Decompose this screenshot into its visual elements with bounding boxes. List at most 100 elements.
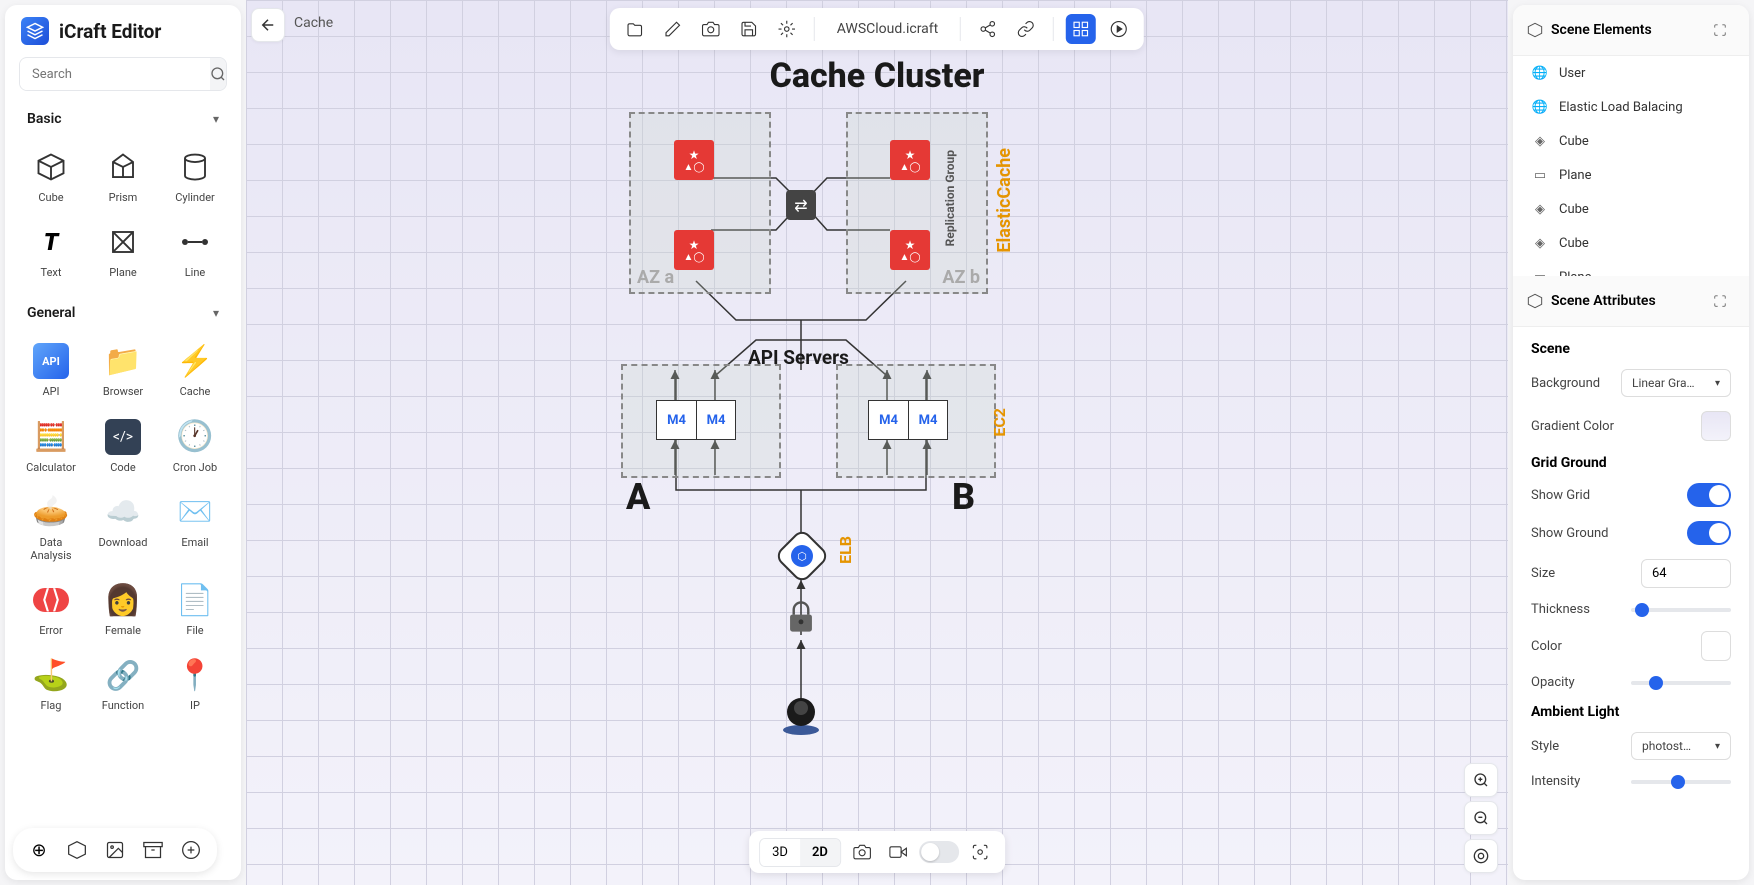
item-data-analysis[interactable]: 🥧Data Analysis (19, 488, 83, 568)
element-elb[interactable]: 🌐Elastic Load Balacing (1513, 90, 1749, 124)
item-code[interactable]: </>Code (91, 413, 155, 480)
cache-node-2[interactable]: ★▲◯ (674, 230, 714, 270)
show-ground-toggle[interactable] (1687, 521, 1731, 545)
element-cube[interactable]: ◈Cube (1513, 124, 1749, 158)
element-cube[interactable]: ◈Cube (1513, 192, 1749, 226)
expand-icon (1713, 294, 1727, 308)
center-button[interactable] (1464, 839, 1498, 873)
element-user[interactable]: 🌐User (1513, 56, 1749, 90)
image-tool-button[interactable] (99, 834, 131, 866)
item-flag[interactable]: ⛳Flag (19, 651, 83, 718)
folder-button[interactable] (620, 14, 650, 44)
item-female[interactable]: 👩Female (91, 576, 155, 643)
record-toggle[interactable] (919, 841, 959, 863)
item-cronjob[interactable]: 🕐Cron Job (163, 413, 227, 480)
item-prism[interactable]: Prism (91, 143, 155, 210)
zoom-out-button[interactable] (1464, 801, 1498, 835)
color-picker[interactable] (1701, 631, 1731, 661)
focus-button[interactable] (965, 837, 995, 867)
style-select[interactable]: photost…▾ (1631, 732, 1731, 760)
gradient-color-picker[interactable] (1701, 411, 1731, 441)
share-icon (979, 20, 997, 38)
item-ip[interactable]: 📍IP (163, 651, 227, 718)
filename[interactable]: AWSCloud.icraft (827, 21, 948, 37)
elb-node[interactable]: ⬡ (774, 528, 831, 585)
camera-button[interactable] (847, 837, 877, 867)
search-input[interactable] (20, 59, 210, 90)
cube-tool-button[interactable] (61, 834, 93, 866)
replication-icon[interactable]: ⇄ (786, 190, 816, 220)
video-button[interactable] (883, 837, 913, 867)
category-basic-header[interactable]: Basic ▾ (5, 101, 241, 137)
plane-icon: ▭ (1531, 166, 1549, 184)
back-button[interactable] (251, 8, 285, 42)
item-file[interactable]: 📄File (163, 576, 227, 643)
item-cache[interactable]: ⚡Cache (163, 337, 227, 404)
element-plane[interactable]: ▭Plane (1513, 260, 1749, 276)
share-button[interactable] (973, 14, 1003, 44)
canvas[interactable]: Cache Cluster AZ a AZ b ★▲◯ ★▲◯ ★▲◯ ★▲◯ … (246, 0, 1508, 885)
item-line[interactable]: Line (163, 218, 227, 285)
background-select[interactable]: Linear Gra…▾ (1621, 369, 1731, 397)
breadcrumb[interactable]: Cache (294, 15, 333, 31)
item-download[interactable]: ☁️Download (91, 488, 155, 568)
m4-pair-a[interactable]: M4M4 (656, 400, 736, 440)
item-text[interactable]: TText (19, 218, 83, 285)
camera-button[interactable] (696, 14, 726, 44)
item-plane[interactable]: Plane (91, 218, 155, 285)
view-3d-button[interactable]: 3D (760, 839, 800, 866)
settings-button[interactable] (772, 14, 802, 44)
more-button[interactable]: ⊕ (23, 834, 55, 866)
user-node[interactable] (780, 694, 822, 736)
expand-button[interactable] (1705, 15, 1735, 45)
edit-button[interactable] (658, 14, 688, 44)
grid-icon (1072, 20, 1090, 38)
element-plane[interactable]: ▭Plane (1513, 158, 1749, 192)
show-grid-toggle[interactable] (1687, 483, 1731, 507)
item-error[interactable]: ⟨⟩Error (19, 576, 83, 643)
item-cube[interactable]: Cube (19, 143, 83, 210)
element-cube[interactable]: ◈Cube (1513, 226, 1749, 260)
item-api[interactable]: APIAPI (19, 337, 83, 404)
opacity-slider[interactable] (1631, 681, 1731, 685)
plus-circle-icon (181, 840, 201, 860)
item-function[interactable]: 🔗Function (91, 651, 155, 718)
size-input[interactable] (1641, 559, 1731, 588)
zoom-controls (1464, 763, 1498, 873)
lock-node[interactable] (786, 600, 816, 634)
gradient-label: Gradient Color (1531, 419, 1614, 434)
item-email[interactable]: ✉️Email (163, 488, 227, 568)
add-tool-button[interactable] (175, 834, 207, 866)
flag-icon: ⛳ (33, 657, 69, 693)
grid-view-button[interactable] (1066, 14, 1096, 44)
letter-a: A (626, 476, 650, 518)
view-2d-button[interactable]: 2D (800, 839, 840, 866)
intensity-slider[interactable] (1631, 780, 1731, 784)
arrow-left-icon (259, 16, 277, 34)
item-browser[interactable]: 📁Browser (91, 337, 155, 404)
expand-button[interactable] (1705, 286, 1735, 316)
item-cylinder[interactable]: Cylinder (163, 143, 227, 210)
cache-node-3[interactable]: ★▲◯ (890, 140, 930, 180)
thickness-slider[interactable] (1631, 608, 1731, 612)
link-button[interactable] (1011, 14, 1041, 44)
archive-tool-button[interactable] (137, 834, 169, 866)
category-general-header[interactable]: General ▾ (5, 295, 241, 331)
cube-icon: ◈ (1531, 132, 1549, 150)
focus-icon (971, 843, 989, 861)
play-button[interactable] (1104, 14, 1134, 44)
size-label: Size (1531, 566, 1555, 581)
zone-label-az-b: AZ b (942, 267, 980, 288)
cache-node-1[interactable]: ★▲◯ (674, 140, 714, 180)
label-replication-group: Replication Group (943, 150, 957, 246)
line-icon (180, 237, 210, 247)
save-button[interactable] (734, 14, 764, 44)
search-button[interactable] (210, 58, 226, 90)
cache-node-4[interactable]: ★▲◯ (890, 230, 930, 270)
cache-icon: ⚡ (177, 343, 213, 379)
play-icon (1110, 20, 1128, 38)
item-calculator[interactable]: 🧮Calculator (19, 413, 83, 480)
m4-pair-b[interactable]: M4M4 (868, 400, 948, 440)
m4-node: M4 (696, 400, 736, 440)
zoom-in-button[interactable] (1464, 763, 1498, 797)
